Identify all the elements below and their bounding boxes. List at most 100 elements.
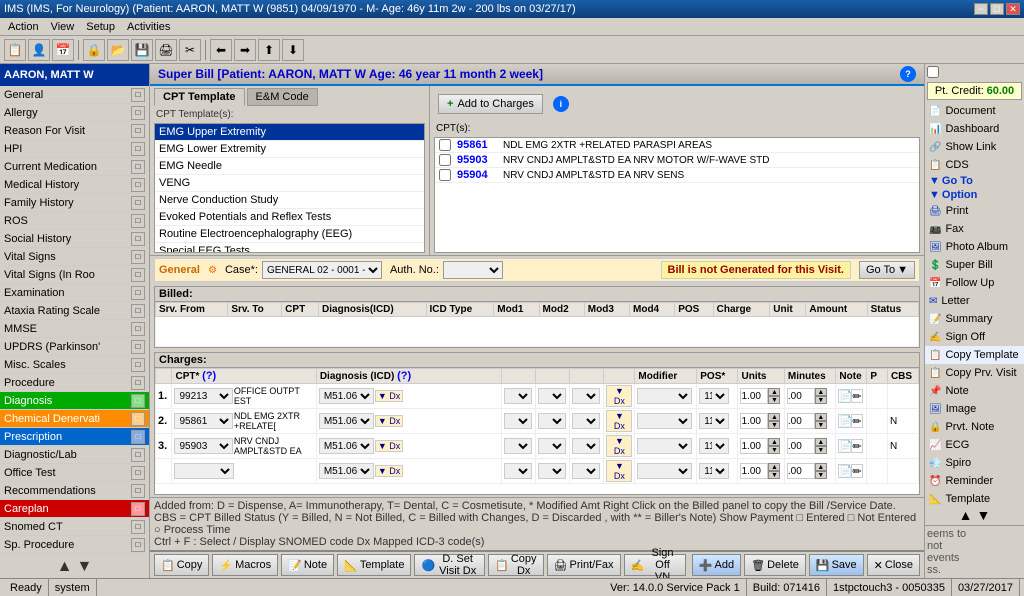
far-right-image[interactable]: 🖼 Image	[925, 400, 1024, 418]
cpt-template-emg-upper[interactable]: EMG Upper Extremity	[155, 124, 424, 141]
charges-units-3[interactable]	[740, 463, 768, 479]
charges-d3-2[interactable]	[572, 438, 600, 454]
charges-d1-2[interactable]	[504, 438, 532, 454]
cpt-template-special-eeg[interactable]: Special EEG Tests	[155, 243, 424, 253]
sidebar-item-recommendations[interactable]: Recommendations □	[0, 482, 149, 500]
charges-icd-select-2[interactable]: M51.06	[319, 438, 374, 454]
cpt-template-veng[interactable]: VENG	[155, 175, 424, 192]
charges-pos-0[interactable]: 11	[699, 388, 729, 404]
tab-cpt-template[interactable]: CPT Template	[154, 88, 245, 106]
cpt-template-ncs[interactable]: Nerve Conduction Study	[155, 192, 424, 209]
charges-units-up-1[interactable]: ▲	[768, 413, 780, 421]
charges-d1-3[interactable]	[504, 463, 532, 479]
cpt-template-emg-needle[interactable]: EMG Needle	[155, 158, 424, 175]
sidebar-item-prescription[interactable]: Prescription □	[0, 428, 149, 446]
charges-d3-1[interactable]	[572, 413, 600, 429]
charges-note-icon-1[interactable]: 📄	[838, 414, 850, 428]
far-right-dashboard[interactable]: 📊 Dashboard	[925, 120, 1024, 138]
sidebar-item-snomed[interactable]: Snomed CT □	[0, 518, 149, 536]
charges-d2-1[interactable]	[538, 413, 566, 429]
minimize-button[interactable]: −	[974, 3, 988, 15]
far-right-super-bill[interactable]: 💲 Super Bill	[925, 256, 1024, 274]
charges-minutes-up-3[interactable]: ▲	[815, 463, 827, 471]
toolbar-btn-10[interactable]: ➡	[234, 39, 256, 61]
charges-note-icon-3[interactable]: 📄	[838, 464, 850, 478]
charges-icd-select-1[interactable]: M51.06	[319, 413, 374, 429]
far-right-reminder[interactable]: ⏰ Reminder	[925, 472, 1024, 490]
charges-icd-select-3[interactable]: M51.06	[319, 463, 374, 479]
cpt-template-eeg[interactable]: Routine Electroencephalography (EEG)	[155, 226, 424, 243]
case-select[interactable]: GENERAL 02 - 0001 - 08/	[262, 261, 382, 279]
far-right-copy-prv-visit[interactable]: 📋 Copy Prv. Visit	[925, 364, 1024, 382]
charges-note-edit-3[interactable]: ✏	[851, 464, 863, 478]
charges-dx-btn2-0[interactable]: ▼ Dx	[606, 385, 632, 407]
sidebar-scroll-up[interactable]: ▲	[57, 558, 73, 576]
save-button[interactable]: 💾 Save	[809, 554, 864, 576]
toolbar-btn-1[interactable]: 📋	[4, 39, 26, 61]
charges-pos-3[interactable]: 11	[699, 463, 729, 479]
toolbar-btn-5[interactable]: 📂	[107, 39, 129, 61]
charges-minutes-0[interactable]	[787, 388, 815, 404]
sidebar-item-chemical[interactable]: Chemical Denervati □	[0, 410, 149, 428]
far-right-document[interactable]: 📄 Document	[925, 102, 1024, 120]
charges-units-up-0[interactable]: ▲	[768, 388, 780, 396]
toolbar-btn-7[interactable]: 🖨	[155, 39, 177, 61]
copy-dx-button[interactable]: 📋 Copy Dx	[488, 554, 543, 576]
sidebar-scroll-down[interactable]: ▼	[77, 558, 93, 576]
charges-d2-3[interactable]	[538, 463, 566, 479]
template-button[interactable]: 📐 Template	[337, 554, 411, 576]
sidebar-item-office-test[interactable]: Office Test □	[0, 464, 149, 482]
goto-button[interactable]: Go To ▼	[859, 261, 915, 279]
far-right-scroll-up[interactable]: ▲	[959, 507, 973, 523]
sidebar-item-misc-scales[interactable]: Misc. Scales □	[0, 356, 149, 374]
sidebar-item-reason[interactable]: Reason For Visit □	[0, 122, 149, 140]
menu-activities[interactable]: Activities	[121, 20, 176, 34]
charges-cpt-select-2[interactable]: 95903	[174, 438, 232, 454]
restore-button[interactable]: □	[990, 3, 1004, 15]
toolbar-btn-3[interactable]: 📅	[52, 39, 74, 61]
cpt-checkbox-2[interactable]	[439, 169, 451, 181]
charges-minutes-down-3[interactable]: ▼	[815, 471, 827, 479]
charges-dx-btn2-3[interactable]: ▼ Dx	[606, 460, 632, 482]
charges-units-2[interactable]	[740, 438, 768, 454]
charges-dx-btn-1[interactable]: ▼ Dx	[375, 415, 403, 427]
charges-units-down-2[interactable]: ▼	[768, 446, 780, 454]
charges-units-down-1[interactable]: ▼	[768, 421, 780, 429]
charges-note-edit-2[interactable]: ✏	[851, 439, 863, 453]
charges-modifier-0[interactable]	[637, 388, 692, 404]
far-right-letter[interactable]: ✉ Letter	[925, 292, 1024, 310]
cpt-template-emg-lower[interactable]: EMG Lower Extremity	[155, 141, 424, 158]
sidebar-item-examination[interactable]: Examination □	[0, 284, 149, 302]
charges-units-1[interactable]	[740, 413, 768, 429]
charges-cpt-select-3[interactable]	[174, 463, 234, 479]
charges-minutes-3[interactable]	[787, 463, 815, 479]
charges-modifier-2[interactable]	[637, 438, 692, 454]
sidebar-item-mmse[interactable]: MMSE □	[0, 320, 149, 338]
sidebar-item-sp-procedure[interactable]: Sp. Procedure □	[0, 536, 149, 554]
sidebar-item-careplan[interactable]: Careplan □	[0, 500, 149, 518]
tab-em-code[interactable]: E&M Code	[247, 88, 318, 106]
charges-units-down-3[interactable]: ▼	[768, 471, 780, 479]
charges-dx-btn-0[interactable]: ▼ Dx	[375, 390, 403, 402]
charges-d2-0[interactable]	[538, 388, 566, 404]
charges-note-icon-0[interactable]: 📄	[838, 389, 850, 403]
add-to-charges-button[interactable]: + Add to Charges	[438, 94, 543, 114]
toolbar-btn-9[interactable]: ⬅	[210, 39, 232, 61]
toolbar-btn-8[interactable]: ✂	[179, 39, 201, 61]
sidebar-item-updrs[interactable]: UPDRS (Parkinson' □	[0, 338, 149, 356]
charges-modifier-3[interactable]	[637, 463, 692, 479]
charges-note-edit-0[interactable]: ✏	[851, 389, 863, 403]
far-right-copy-template[interactable]: 📋 Copy Template	[925, 346, 1024, 364]
sidebar-item-procedure[interactable]: Procedure □	[0, 374, 149, 392]
far-right-note[interactable]: 📌 Note	[925, 382, 1024, 400]
toolbar-btn-12[interactable]: ⬇	[282, 39, 304, 61]
charges-icd-select-0[interactable]: M51.06	[319, 388, 374, 404]
close-button[interactable]: ✕	[1006, 3, 1020, 15]
charges-dx-btn2-1[interactable]: ▼ Dx	[606, 410, 632, 432]
charges-d1-0[interactable]	[504, 388, 532, 404]
charges-pos-2[interactable]: 11	[699, 438, 729, 454]
sidebar-item-general[interactable]: General □	[0, 86, 149, 104]
auth-select[interactable]	[443, 261, 503, 279]
menu-action[interactable]: Action	[2, 20, 45, 34]
sidebar-item-allergy[interactable]: Allergy □	[0, 104, 149, 122]
